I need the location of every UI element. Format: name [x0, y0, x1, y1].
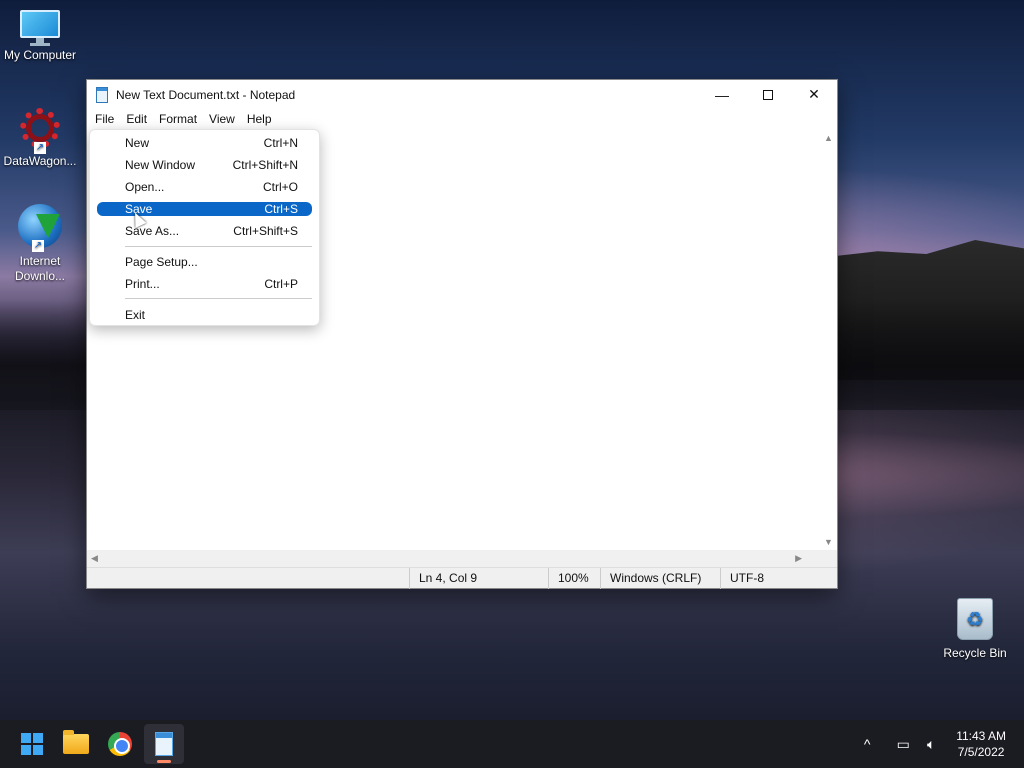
menu-item-label: Open...: [125, 180, 165, 194]
menu-item-label: Exit: [125, 308, 146, 322]
minimize-icon: —: [715, 86, 729, 103]
menu-item-shortcut: Ctrl+O: [262, 180, 298, 194]
scrollbar-corner: [820, 550, 837, 567]
scroll-left-icon[interactable]: ◀: [91, 550, 98, 567]
menu-item-shortcut: Ctrl+S: [264, 202, 298, 216]
shortcut-arrow-icon: ↗: [34, 142, 46, 154]
menu-separator: [125, 298, 312, 299]
clock-date: 7/5/2022: [957, 745, 1005, 759]
menu-item-new-window[interactable]: New Window Ctrl+Shift+N: [97, 158, 312, 172]
volume-icon[interactable]: 🔈︎: [920, 736, 942, 753]
show-hidden-icons-chevron-icon[interactable]: ^: [856, 736, 878, 752]
clock[interactable]: 11:43 AM 7/5/2022: [956, 728, 1006, 760]
file-explorer-button[interactable]: [56, 724, 96, 764]
start-icon: [21, 733, 43, 755]
status-bar: Ln 4, Col 9 100% Windows (CRLF) UTF-8: [87, 567, 837, 589]
desktop-icon-recycle-bin[interactable]: Recycle Bin: [935, 598, 1015, 660]
menu-item-new[interactable]: New Ctrl+N: [97, 136, 312, 150]
desktop-icon-label: Internet Downlo...: [14, 254, 66, 283]
desktop-icon-my-computer[interactable]: My Computer: [0, 10, 80, 62]
menu-item-shortcut: Ctrl+Shift+S: [233, 224, 298, 238]
horizontal-scrollbar[interactable]: ◀ ▶: [87, 550, 822, 567]
close-button[interactable]: ✕: [791, 80, 837, 109]
menu-item-label: New Window: [125, 158, 196, 172]
minimize-button[interactable]: —: [699, 80, 745, 109]
file-explorer-icon: [63, 730, 89, 754]
menu-item-page-setup[interactable]: Page Setup...: [97, 255, 312, 269]
menu-item-shortcut: Ctrl+N: [263, 136, 298, 150]
menu-item-save-as[interactable]: Save As... Ctrl+Shift+S: [97, 224, 312, 238]
status-position: Ln 4, Col 9: [409, 567, 548, 589]
menu-bar: File Edit Format View Help: [87, 109, 837, 130]
desktop-icon-label: DataWagon...: [3, 154, 77, 168]
scroll-down-icon[interactable]: ▼: [820, 537, 837, 547]
desktop-icon-internet-download[interactable]: ↗ Internet Downlo...: [0, 204, 80, 284]
file-menu-dropdown: New Ctrl+N New Window Ctrl+Shift+N Open.…: [89, 129, 320, 326]
menu-file[interactable]: File: [89, 109, 120, 130]
desktop-icon-datawagon[interactable]: ↗ DataWagon...: [0, 108, 80, 168]
menu-item-label: New: [125, 136, 150, 150]
chrome-button[interactable]: [100, 724, 140, 764]
menu-item-print[interactable]: Print... Ctrl+P: [97, 277, 312, 291]
notepad-icon: [96, 86, 108, 103]
datawagon-icon: ↗: [20, 108, 60, 154]
system-tray: ^ ▭ 🔈︎ 11:43 AM 7/5/2022: [850, 720, 1006, 768]
close-icon: ✕: [808, 86, 820, 102]
globe-download-icon: ↗: [18, 204, 62, 252]
menu-item-label: Save As...: [125, 224, 180, 238]
menu-view[interactable]: View: [203, 109, 241, 130]
computer-icon: [18, 10, 62, 46]
taskbar: ^ ▭ 🔈︎ 11:43 AM 7/5/2022: [0, 720, 1024, 768]
menu-help[interactable]: Help: [241, 109, 278, 130]
scroll-right-icon[interactable]: ▶: [795, 550, 802, 567]
vertical-scrollbar[interactable]: ▲ ▼: [820, 130, 837, 550]
desktop-icon-label: Recycle Bin: [943, 646, 1007, 660]
status-encoding: UTF-8: [720, 567, 837, 589]
menu-item-label: Print...: [125, 277, 160, 291]
notepad-icon: [155, 732, 173, 756]
title-bar[interactable]: New Text Document.txt - Notepad — ✕: [87, 80, 837, 109]
menu-format[interactable]: Format: [153, 109, 203, 130]
menu-item-exit[interactable]: Exit: [97, 308, 312, 322]
scroll-up-icon[interactable]: ▲: [820, 133, 837, 143]
maximize-icon: [763, 89, 773, 100]
menu-item-shortcut: Ctrl+P: [264, 277, 298, 291]
chrome-icon: [108, 732, 132, 756]
status-zoom: 100%: [548, 567, 600, 589]
recycle-bin-icon: [957, 598, 993, 640]
menu-item-label: Page Setup...: [125, 255, 198, 269]
desktop-icon-label: My Computer: [3, 48, 77, 62]
start-button[interactable]: [12, 724, 52, 764]
menu-item-open[interactable]: Open... Ctrl+O: [97, 180, 312, 194]
notepad-taskbar-button[interactable]: [144, 724, 184, 764]
shortcut-arrow-icon: ↗: [32, 240, 44, 252]
menu-edit[interactable]: Edit: [120, 109, 153, 130]
window-title: New Text Document.txt - Notepad: [116, 87, 296, 102]
maximize-button[interactable]: [745, 80, 791, 109]
clock-time: 11:43 AM: [956, 729, 1006, 743]
network-icon[interactable]: ▭: [892, 736, 914, 753]
menu-item-shortcut: Ctrl+Shift+N: [232, 158, 298, 172]
menu-separator: [125, 246, 312, 247]
status-line-endings: Windows (CRLF): [600, 567, 720, 589]
